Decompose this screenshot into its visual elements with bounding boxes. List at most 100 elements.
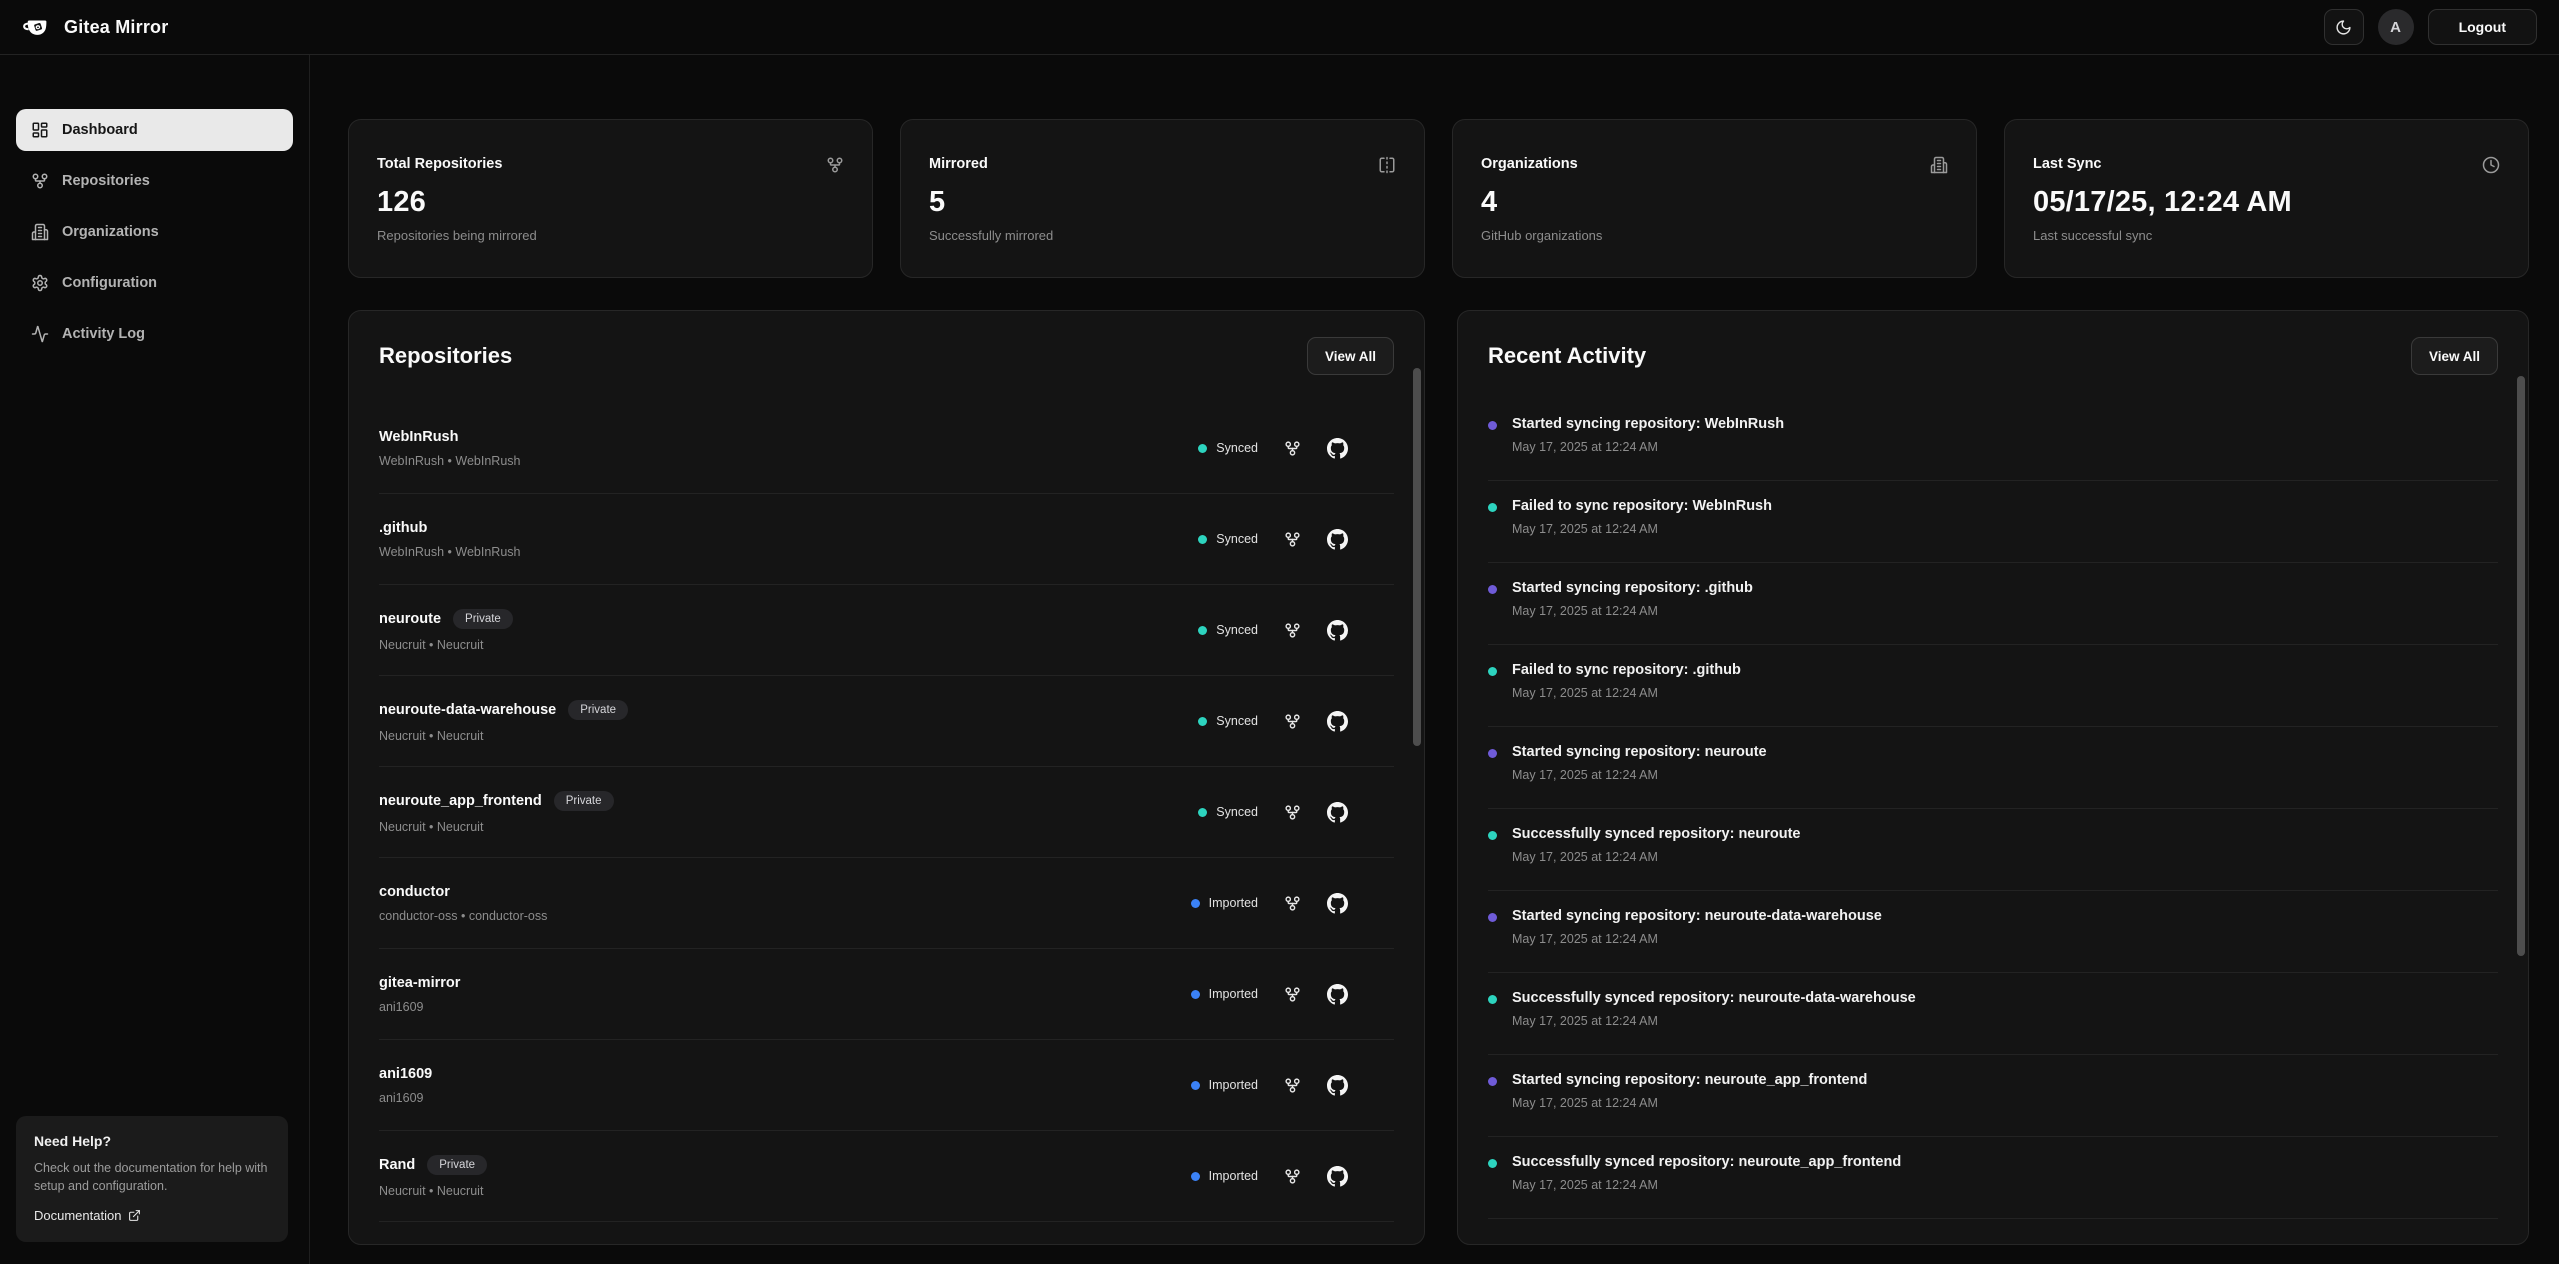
- repositories-view-all-button[interactable]: View All: [1307, 337, 1394, 375]
- sidebar-item-activity-log[interactable]: Activity Log: [16, 313, 293, 355]
- github-icon[interactable]: [1327, 1075, 1348, 1096]
- github-icon[interactable]: [1327, 620, 1348, 641]
- activity-timestamp: May 17, 2025 at 12:24 AM: [1512, 768, 1767, 782]
- status-dot: [1198, 717, 1207, 726]
- stat-description: Repositories being mirrored: [377, 228, 844, 243]
- git-fork-icon: [1284, 1077, 1301, 1094]
- sidebar: Dashboard Repositories Organizations: [0, 55, 310, 1264]
- git-fork-icon: [1284, 531, 1301, 548]
- status-label: Synced: [1216, 623, 1258, 637]
- repository-name: Rand: [379, 1157, 415, 1173]
- repository-name: WebInRush: [379, 429, 458, 445]
- repository-name: neuroute: [379, 611, 441, 627]
- status-badge: Synced: [1198, 805, 1258, 819]
- main-content: Total Repositories 126 Repositories bein…: [310, 55, 2559, 1264]
- git-fork-icon: [1284, 804, 1301, 821]
- activity-text: Started syncing repository: WebInRush: [1512, 416, 1784, 432]
- repositories-list: WebInRush WebInRush • WebInRush Synced: [379, 403, 1394, 1222]
- status-label: Imported: [1209, 896, 1258, 910]
- activity-item: Started syncing repository: WebInRush Ma…: [1488, 399, 2498, 481]
- activity-text: Started syncing repository: neuroute-dat…: [1512, 908, 1882, 924]
- repository-owner: WebInRush • WebInRush: [379, 545, 521, 559]
- activity-dot: [1488, 1077, 1497, 1086]
- repository-owner: conductor-oss • conductor-oss: [379, 909, 547, 923]
- repository-row: ani1609 ani1609 Imported: [379, 1040, 1394, 1131]
- private-badge: Private: [554, 791, 614, 811]
- status-badge: Synced: [1198, 714, 1258, 728]
- status-dot: [1198, 444, 1207, 453]
- status-dot: [1191, 1172, 1200, 1181]
- app-title: Gitea Mirror: [64, 17, 168, 38]
- repository-owner: Neucruit • Neucruit: [379, 638, 513, 652]
- activity-timestamp: May 17, 2025 at 12:24 AM: [1512, 440, 1784, 454]
- sidebar-item-dashboard[interactable]: Dashboard: [16, 109, 293, 151]
- activity-icon: [31, 325, 49, 343]
- repository-row: gitea-mirror ani1609 Imported: [379, 949, 1394, 1040]
- scrollbar-thumb[interactable]: [2517, 376, 2525, 956]
- activity-text: Failed to sync repository: WebInRush: [1512, 498, 1772, 514]
- github-icon[interactable]: [1327, 711, 1348, 732]
- stat-card-mirrored: Mirrored 5 Successfully mirrored: [900, 119, 1425, 278]
- stat-label: Organizations: [1481, 156, 1578, 172]
- stat-label: Last Sync: [2033, 156, 2102, 172]
- stat-label: Mirrored: [929, 156, 988, 172]
- activity-dot: [1488, 667, 1497, 676]
- activity-text: Failed to sync repository: .github: [1512, 662, 1741, 678]
- stat-card-organizations: Organizations 4 GitHub organizations: [1452, 119, 1977, 278]
- github-icon[interactable]: [1327, 984, 1348, 1005]
- activity-view-all-button[interactable]: View All: [2411, 337, 2498, 375]
- status-dot: [1191, 899, 1200, 908]
- status-label: Synced: [1216, 714, 1258, 728]
- sidebar-item-repositories[interactable]: Repositories: [16, 160, 293, 202]
- brand: Gitea Mirror: [22, 12, 168, 42]
- scrollbar-thumb[interactable]: [1413, 368, 1421, 746]
- github-icon[interactable]: [1327, 529, 1348, 550]
- activity-timestamp: May 17, 2025 at 12:24 AM: [1512, 604, 1753, 618]
- status-label: Imported: [1209, 1078, 1258, 1092]
- theme-toggle-button[interactable]: [2324, 9, 2364, 45]
- top-header: Gitea Mirror A Logout: [0, 0, 2559, 55]
- repository-name: .github: [379, 520, 427, 536]
- logout-button[interactable]: Logout: [2428, 9, 2537, 45]
- repository-row: Rand Private Neucruit • Neucruit Importe…: [379, 1131, 1394, 1222]
- repository-row: neuroute-data-warehouse Private Neucruit…: [379, 676, 1394, 767]
- repository-info: WebInRush WebInRush • WebInRush: [379, 429, 521, 468]
- status-dot: [1191, 990, 1200, 999]
- documentation-link[interactable]: Documentation: [34, 1208, 141, 1223]
- sidebar-item-organizations[interactable]: Organizations: [16, 211, 293, 253]
- status-label: Synced: [1216, 441, 1258, 455]
- repository-name: gitea-mirror: [379, 975, 460, 991]
- avatar[interactable]: A: [2378, 9, 2414, 45]
- activity-dot: [1488, 503, 1497, 512]
- repository-owner: Neucruit • Neucruit: [379, 729, 628, 743]
- activity-text: Started syncing repository: neuroute: [1512, 744, 1767, 760]
- repository-row: .github WebInRush • WebInRush Synced: [379, 494, 1394, 585]
- git-fork-icon: [1284, 895, 1301, 912]
- status-dot: [1191, 1081, 1200, 1090]
- stat-description: Successfully mirrored: [929, 228, 1396, 243]
- repository-owner: Neucruit • Neucruit: [379, 1184, 487, 1198]
- activity-item: Successfully synced repository: neuroute…: [1488, 809, 2498, 891]
- repository-owner: ani1609: [379, 1000, 460, 1014]
- github-icon[interactable]: [1327, 1166, 1348, 1187]
- status-badge: Synced: [1198, 532, 1258, 546]
- help-card: Need Help? Check out the documentation f…: [16, 1116, 288, 1242]
- repository-info: .github WebInRush • WebInRush: [379, 520, 521, 559]
- repository-info: ani1609 ani1609: [379, 1066, 432, 1105]
- git-fork-icon: [826, 156, 844, 174]
- github-icon[interactable]: [1327, 893, 1348, 914]
- activity-dot: [1488, 421, 1497, 430]
- activity-text: Started syncing repository: neuroute_app…: [1512, 1072, 1867, 1088]
- sidebar-item-label: Repositories: [62, 173, 150, 189]
- activity-timestamp: May 17, 2025 at 12:24 AM: [1512, 932, 1882, 946]
- git-fork-icon: [1284, 713, 1301, 730]
- recent-activity-panel: Recent Activity View All Started syncing…: [1457, 310, 2529, 1245]
- repository-info: neuroute_app_frontend Private Neucruit •…: [379, 791, 614, 834]
- sidebar-item-configuration[interactable]: Configuration: [16, 262, 293, 304]
- header-controls: A Logout: [2324, 9, 2537, 45]
- activity-dot: [1488, 749, 1497, 758]
- github-icon[interactable]: [1327, 802, 1348, 823]
- repository-name: neuroute-data-warehouse: [379, 702, 556, 718]
- repository-info: neuroute Private Neucruit • Neucruit: [379, 609, 513, 652]
- github-icon[interactable]: [1327, 438, 1348, 459]
